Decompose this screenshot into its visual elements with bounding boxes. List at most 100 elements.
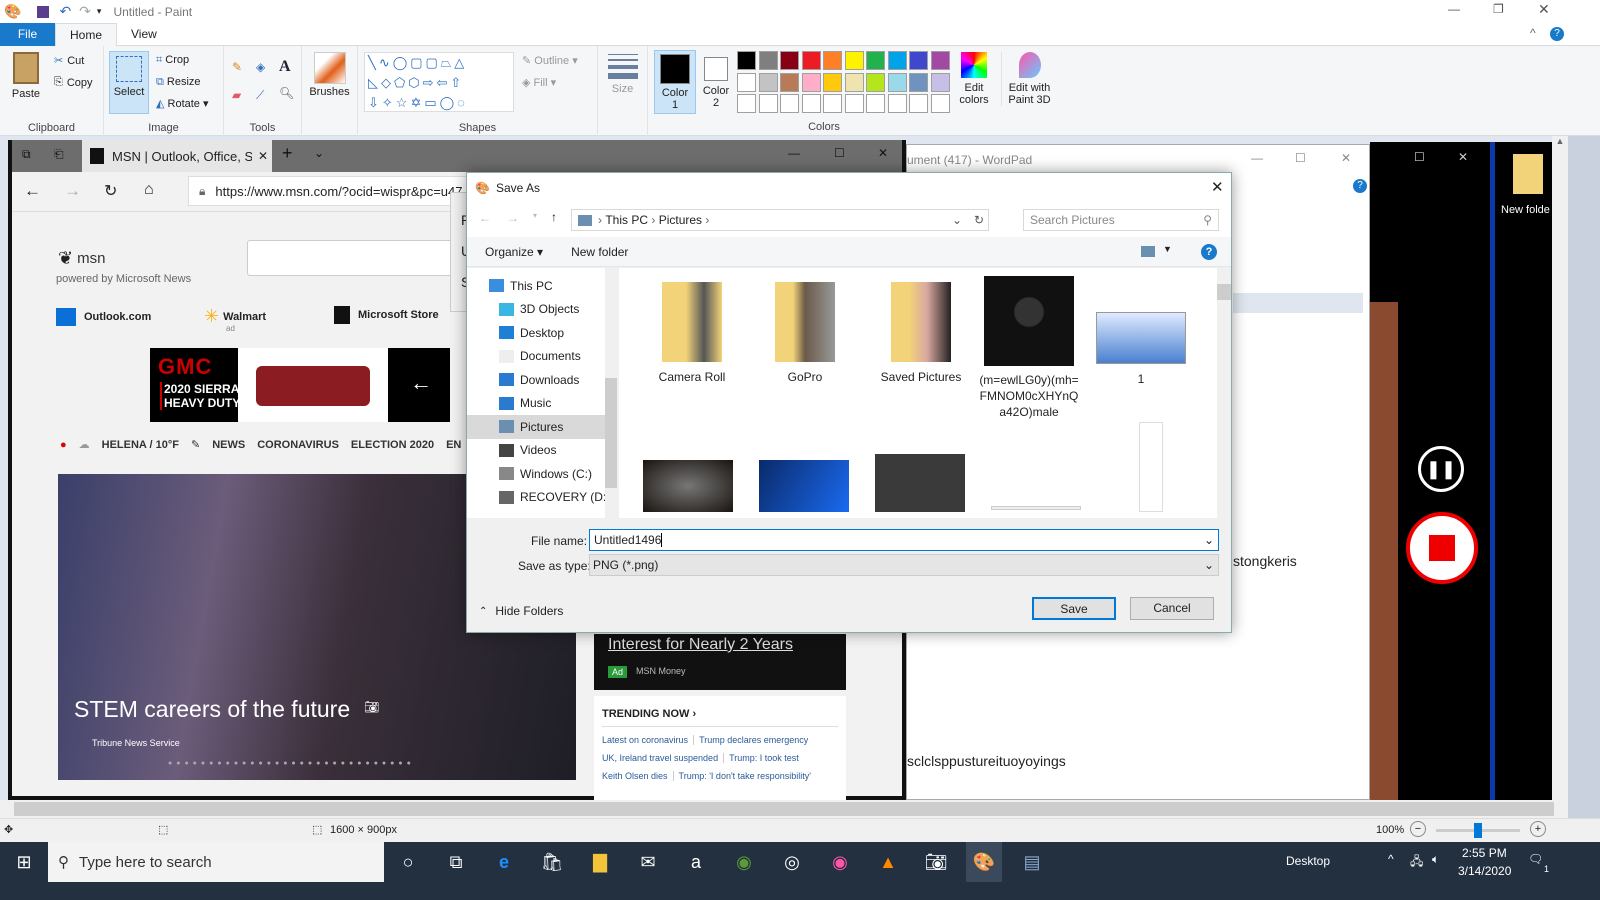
canvas-vertical-scrollbar[interactable]: ▲ <box>1552 136 1568 800</box>
hide-folders-button[interactable]: ⌃ Hide Folders <box>479 604 563 618</box>
trending-link[interactable]: Trump: 'I don't take responsibility' <box>672 771 811 781</box>
palette-swatch[interactable] <box>866 51 885 70</box>
tab-file[interactable]: File <box>0 22 55 46</box>
file-1[interactable]: 1 <box>1091 312 1191 386</box>
save-button[interactable]: Save <box>1032 597 1116 620</box>
save-icon[interactable] <box>37 5 50 18</box>
zoom-in-button[interactable]: + <box>1530 821 1546 837</box>
select-button[interactable]: Select <box>109 51 149 114</box>
wordpad-taskbar-icon[interactable]: ▤ <box>1014 842 1050 882</box>
forward-arrow-icon[interactable]: → <box>507 211 519 225</box>
volume-icon[interactable]: 🔈︎ <box>1432 852 1439 867</box>
file-name-input[interactable]: Untitled1496 ⌄ <box>589 529 1219 551</box>
breadcrumb-pictures[interactable]: Pictures <box>659 213 702 227</box>
trending-title[interactable]: TRENDING NOW › <box>602 708 838 727</box>
eraser-icon[interactable]: ▰ <box>232 88 241 102</box>
recorder-maximize-button[interactable]: ☐ <box>1414 150 1425 164</box>
palette-swatch[interactable] <box>930 51 950 70</box>
paste-button[interactable]: Paste <box>8 52 44 100</box>
msn-logo[interactable]: ❦ msn <box>58 248 105 269</box>
clock-date[interactable]: 3/14/2020 <box>1458 864 1511 878</box>
up-arrow-icon[interactable]: ↑ <box>551 210 557 224</box>
pencil-icon[interactable]: ✎ <box>232 60 242 74</box>
amazon-icon[interactable]: a <box>678 842 714 882</box>
show-hidden-icons[interactable]: ^ <box>1388 852 1394 866</box>
tab-list-chevron-icon[interactable]: ⌄ <box>314 146 324 160</box>
stop-record-button[interactable] <box>1406 512 1478 584</box>
carousel-prev-arrow-icon[interactable]: ← <box>410 370 432 396</box>
edit-pencil-icon[interactable]: ✎ <box>191 438 200 451</box>
close-button[interactable]: ✕ <box>1538 1 1550 18</box>
action-center-icon[interactable]: 🗨︎ <box>1528 852 1543 866</box>
carousel-dots[interactable]: ●●●●●●●●●●●●●●●●●●●●●●●●●●●●●● <box>168 760 415 767</box>
rotate-button[interactable]: ◭ Rotate ▾ <box>156 97 209 110</box>
resize-button[interactable]: ⧉ Resize <box>156 76 201 89</box>
folder-gopro[interactable]: GoPro <box>750 282 860 384</box>
zoom-out-button[interactable]: − <box>1410 821 1426 837</box>
breadcrumb-this-pc[interactable]: This PC <box>605 213 648 227</box>
image-thumbnail[interactable] <box>643 460 733 512</box>
image-thumbnail[interactable] <box>991 506 1081 510</box>
organize-button[interactable]: Organize ▾ <box>485 245 543 259</box>
folder-saved-pictures[interactable]: Saved Pictures <box>866 282 976 384</box>
canvas-horizontal-scrollbar[interactable] <box>0 800 1568 818</box>
palette-swatch[interactable] <box>758 72 778 92</box>
save-as-type-select[interactable]: PNG (*.png) ⌄ <box>589 554 1219 576</box>
file-name-dropdown-icon[interactable]: ⌄ <box>1204 533 1214 547</box>
brushes-button[interactable]: Brushes <box>302 46 358 136</box>
folder-camera-roll[interactable]: Camera Roll <box>637 282 747 384</box>
wordpad-close-button[interactable]: ✕ <box>1341 151 1351 165</box>
palette-swatch[interactable] <box>801 94 821 113</box>
palette-swatch[interactable] <box>758 51 778 70</box>
image-thumbnail[interactable] <box>875 454 965 512</box>
text-icon[interactable]: A <box>279 58 291 76</box>
nav-item[interactable]: Videos <box>467 439 617 463</box>
palette-swatch[interactable] <box>909 94 928 113</box>
nav-coronavirus[interactable]: CORONAVIRUS <box>257 439 339 451</box>
crop-button[interactable]: ⌗ Crop <box>156 54 189 67</box>
gmc-ad-banner[interactable]: GMC 2020 SIERRA HEAVY DUTY ← <box>150 348 450 422</box>
back-arrow-icon[interactable]: ← <box>479 211 491 225</box>
redo-icon[interactable]: ↷ <box>79 3 91 20</box>
refresh-icon[interactable]: ↻ <box>104 181 117 201</box>
outline-button[interactable]: ✎ Outline ▾ <box>522 54 578 67</box>
forward-icon[interactable]: → <box>64 181 81 201</box>
dialog-close-button[interactable]: ✕ <box>1211 178 1224 196</box>
palette-swatch[interactable] <box>909 51 928 70</box>
nav-pane-scrollbar[interactable] <box>605 268 617 518</box>
edit-colors-button[interactable]: Edit colors <box>955 52 993 106</box>
color1-button[interactable]: Color 1 <box>654 50 696 114</box>
shapes-gallery[interactable]: ╲∿◯▢▢⏢△ ◺◇⬠⬡⇨⇦⇧ ⇩✧☆✡▭◯◌ <box>364 52 514 112</box>
palette-swatch[interactable] <box>801 51 821 70</box>
clock-time[interactable]: 2:55 PM <box>1462 846 1507 860</box>
file-explorer-icon[interactable]: ▇ <box>582 842 618 882</box>
trending-link[interactable]: Trump declares emergency <box>693 735 809 745</box>
palette-swatch[interactable] <box>930 72 950 92</box>
palette-swatch[interactable] <box>737 94 756 113</box>
ad-headline[interactable]: Interest for Nearly 2 Years <box>608 636 793 654</box>
trending-link[interactable]: Keith Olsen dies <box>602 771 668 781</box>
new-tab-icon[interactable]: + <box>282 143 293 164</box>
nav-election-2020[interactable]: ELECTION 2020 <box>351 439 434 451</box>
palette-swatch[interactable] <box>866 94 885 113</box>
paint-taskbar-icon[interactable]: 🎨 <box>966 842 1002 882</box>
image-thumbnail[interactable] <box>759 460 849 512</box>
edge-close-button[interactable]: ✕ <box>878 146 888 160</box>
customize-quick-access-icon[interactable]: ▾ <box>97 6 102 17</box>
palette-swatch[interactable] <box>866 72 885 92</box>
nav-item[interactable]: Downloads <box>467 368 617 392</box>
nav-item[interactable]: This PC <box>467 274 617 298</box>
palette-swatch[interactable] <box>844 72 864 92</box>
maximize-button[interactable]: ❐ <box>1493 2 1504 16</box>
mail-icon[interactable]: ✉ <box>630 842 666 882</box>
palette-swatch[interactable] <box>780 72 799 92</box>
desktop-toolbar[interactable]: Desktop <box>1286 854 1330 868</box>
recorder-close-button[interactable]: ✕ <box>1458 150 1468 164</box>
help-icon[interactable]: ? <box>1201 244 1217 260</box>
breadcrumb-bar[interactable]: › This PC › Pictures › ⌄ ↻ <box>571 209 989 231</box>
nav-item[interactable]: Windows (C:) <box>467 462 617 486</box>
edge-maximize-button[interactable]: ☐ <box>834 146 845 160</box>
edge-minimize-button[interactable]: — <box>788 146 800 160</box>
close-tab-icon[interactable]: ✕ <box>258 149 268 163</box>
home-icon[interactable]: ⌂ <box>144 181 154 199</box>
